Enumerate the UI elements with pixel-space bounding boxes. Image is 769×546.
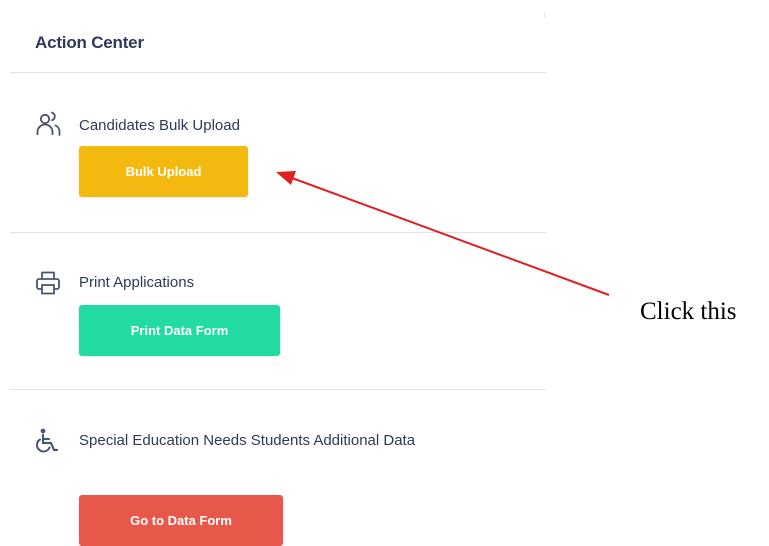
divider (10, 72, 546, 73)
divider (10, 232, 546, 233)
go-to-data-form-button[interactable]: Go to Data Form (79, 495, 283, 546)
panel-edge-mark (544, 12, 545, 18)
item-label-bulk-upload: Candidates Bulk Upload (79, 117, 240, 134)
item-label-special-education: Special Education Needs Students Additio… (79, 432, 416, 449)
wheelchair-icon (36, 428, 59, 453)
panel-title: Action Center (35, 33, 144, 52)
screenshot-stage: Action Center Candidates Bulk Upload Bul… (0, 0, 769, 546)
divider (10, 389, 546, 390)
item-label-print-applications: Print Applications (79, 274, 195, 291)
print-data-form-button[interactable]: Print Data Form (79, 305, 280, 356)
annotation-label: Click this (640, 298, 737, 325)
printer-icon (36, 271, 60, 295)
action-center-panel: Action Center Candidates Bulk Upload Bul… (0, 0, 548, 546)
bulk-upload-button[interactable]: Bulk Upload (79, 146, 248, 197)
users-icon (36, 111, 61, 136)
